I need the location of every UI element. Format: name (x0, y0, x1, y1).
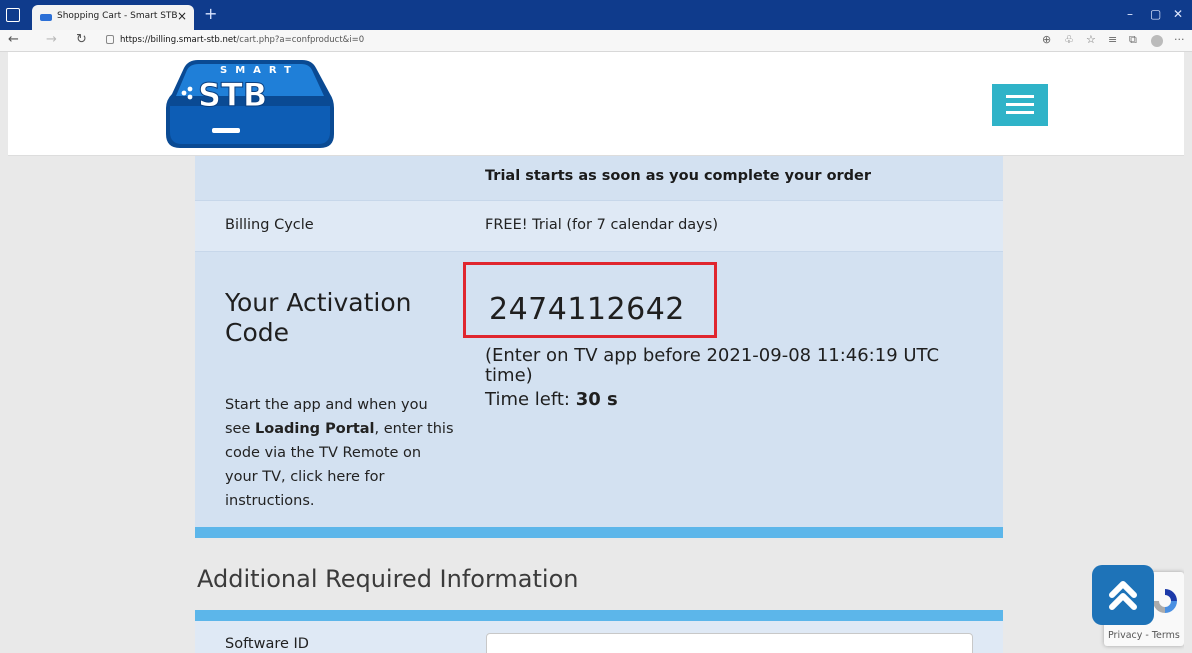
profile-avatar[interactable] (1151, 35, 1163, 47)
activation-code-row: Your Activation Code Start the app and w… (195, 251, 1003, 527)
trial-note: Trial starts as soon as you complete you… (485, 168, 872, 184)
page-content: SMART STB Trial starts as soon as you co… (8, 52, 1184, 653)
help-text-bold: Loading Portal (255, 421, 375, 437)
software-id-row: Software ID (195, 621, 1003, 653)
zoom-icon[interactable]: ⊕ (1042, 33, 1051, 47)
forward-arrow-icon[interactable]: → (46, 32, 57, 48)
section-divider (195, 527, 1003, 538)
window-menu-icon[interactable] (6, 8, 20, 22)
trial-row: Trial starts as soon as you complete you… (195, 156, 1003, 200)
hamburger-line (1006, 111, 1034, 114)
more-menu-icon[interactable]: ··· (1174, 33, 1185, 47)
activation-instructions[interactable]: Start the app and when you see Loading P… (225, 393, 455, 513)
lock-icon[interactable] (106, 35, 114, 44)
smart-stb-logo[interactable]: SMART STB (162, 56, 338, 152)
url-field[interactable]: https://billing.smart-stb.net/cart.php?a… (120, 35, 364, 45)
maximize-button[interactable]: ▢ (1150, 7, 1161, 21)
logo-smart-text: SMART (220, 65, 299, 76)
back-arrow-icon[interactable]: ← (8, 32, 19, 48)
tab-close-icon[interactable]: × (177, 9, 187, 23)
product-config-card: Trial starts as soon as you complete you… (195, 156, 1003, 591)
time-left-value: 30 s (575, 389, 618, 410)
hamburger-line (1006, 95, 1034, 98)
address-bar: ← → ↻ https://billing.smart-stb.net/cart… (0, 30, 1192, 52)
scroll-to-top-button[interactable] (1092, 565, 1154, 625)
minimize-button[interactable]: – (1127, 7, 1133, 21)
time-left: Time left: 30 s (485, 389, 618, 410)
software-id-label: Software ID (225, 636, 309, 652)
recaptcha-links[interactable]: Privacy - Terms (1108, 630, 1180, 641)
url-host: https://billing.smart-stb.net (120, 35, 237, 45)
activation-title: Your Activation Code (225, 288, 412, 347)
browser-tab[interactable]: Shopping Cart - Smart STB × (32, 5, 194, 30)
logo-stb-text: STB (198, 76, 267, 114)
refresh-icon[interactable]: ↻ (76, 32, 87, 48)
read-aloud-icon[interactable]: ♧ (1064, 33, 1074, 47)
time-left-label: Time left: (485, 389, 576, 410)
activation-code: 2474112642 (489, 292, 685, 327)
hamburger-menu-button[interactable] (992, 84, 1048, 126)
hamburger-line (1006, 103, 1034, 106)
close-window-button[interactable]: ✕ (1173, 7, 1183, 21)
collections-icon[interactable]: ⧉ (1129, 33, 1137, 47)
site-header: SMART STB (8, 52, 1184, 156)
billing-cycle-row: Billing Cycle FREE! Trial (for 7 calenda… (195, 200, 1003, 251)
tab-favicon-icon (40, 14, 52, 21)
double-chevron-up-icon (1109, 581, 1137, 610)
browser-titlebar: Shopping Cart - Smart STB × + – ▢ ✕ (0, 0, 1192, 30)
additional-info-title: Additional Required Information (197, 565, 579, 593)
new-tab-button[interactable]: + (204, 6, 217, 22)
tab-title: Shopping Cart - Smart STB (57, 11, 178, 21)
software-id-input[interactable] (486, 633, 973, 653)
section-divider (195, 610, 1003, 621)
recaptcha-icon (1153, 589, 1177, 613)
url-path: /cart.php?a=confproduct&i=0 (236, 35, 365, 45)
activation-expiry: (Enter on TV app before 2021-09-08 11:46… (485, 345, 940, 386)
favorite-star-icon[interactable]: ☆ (1086, 33, 1096, 47)
billing-cycle-label: Billing Cycle (225, 217, 314, 233)
billing-cycle-value: FREE! Trial (for 7 calendar days) (485, 217, 718, 233)
favorites-list-icon[interactable]: ≡ (1108, 33, 1117, 47)
